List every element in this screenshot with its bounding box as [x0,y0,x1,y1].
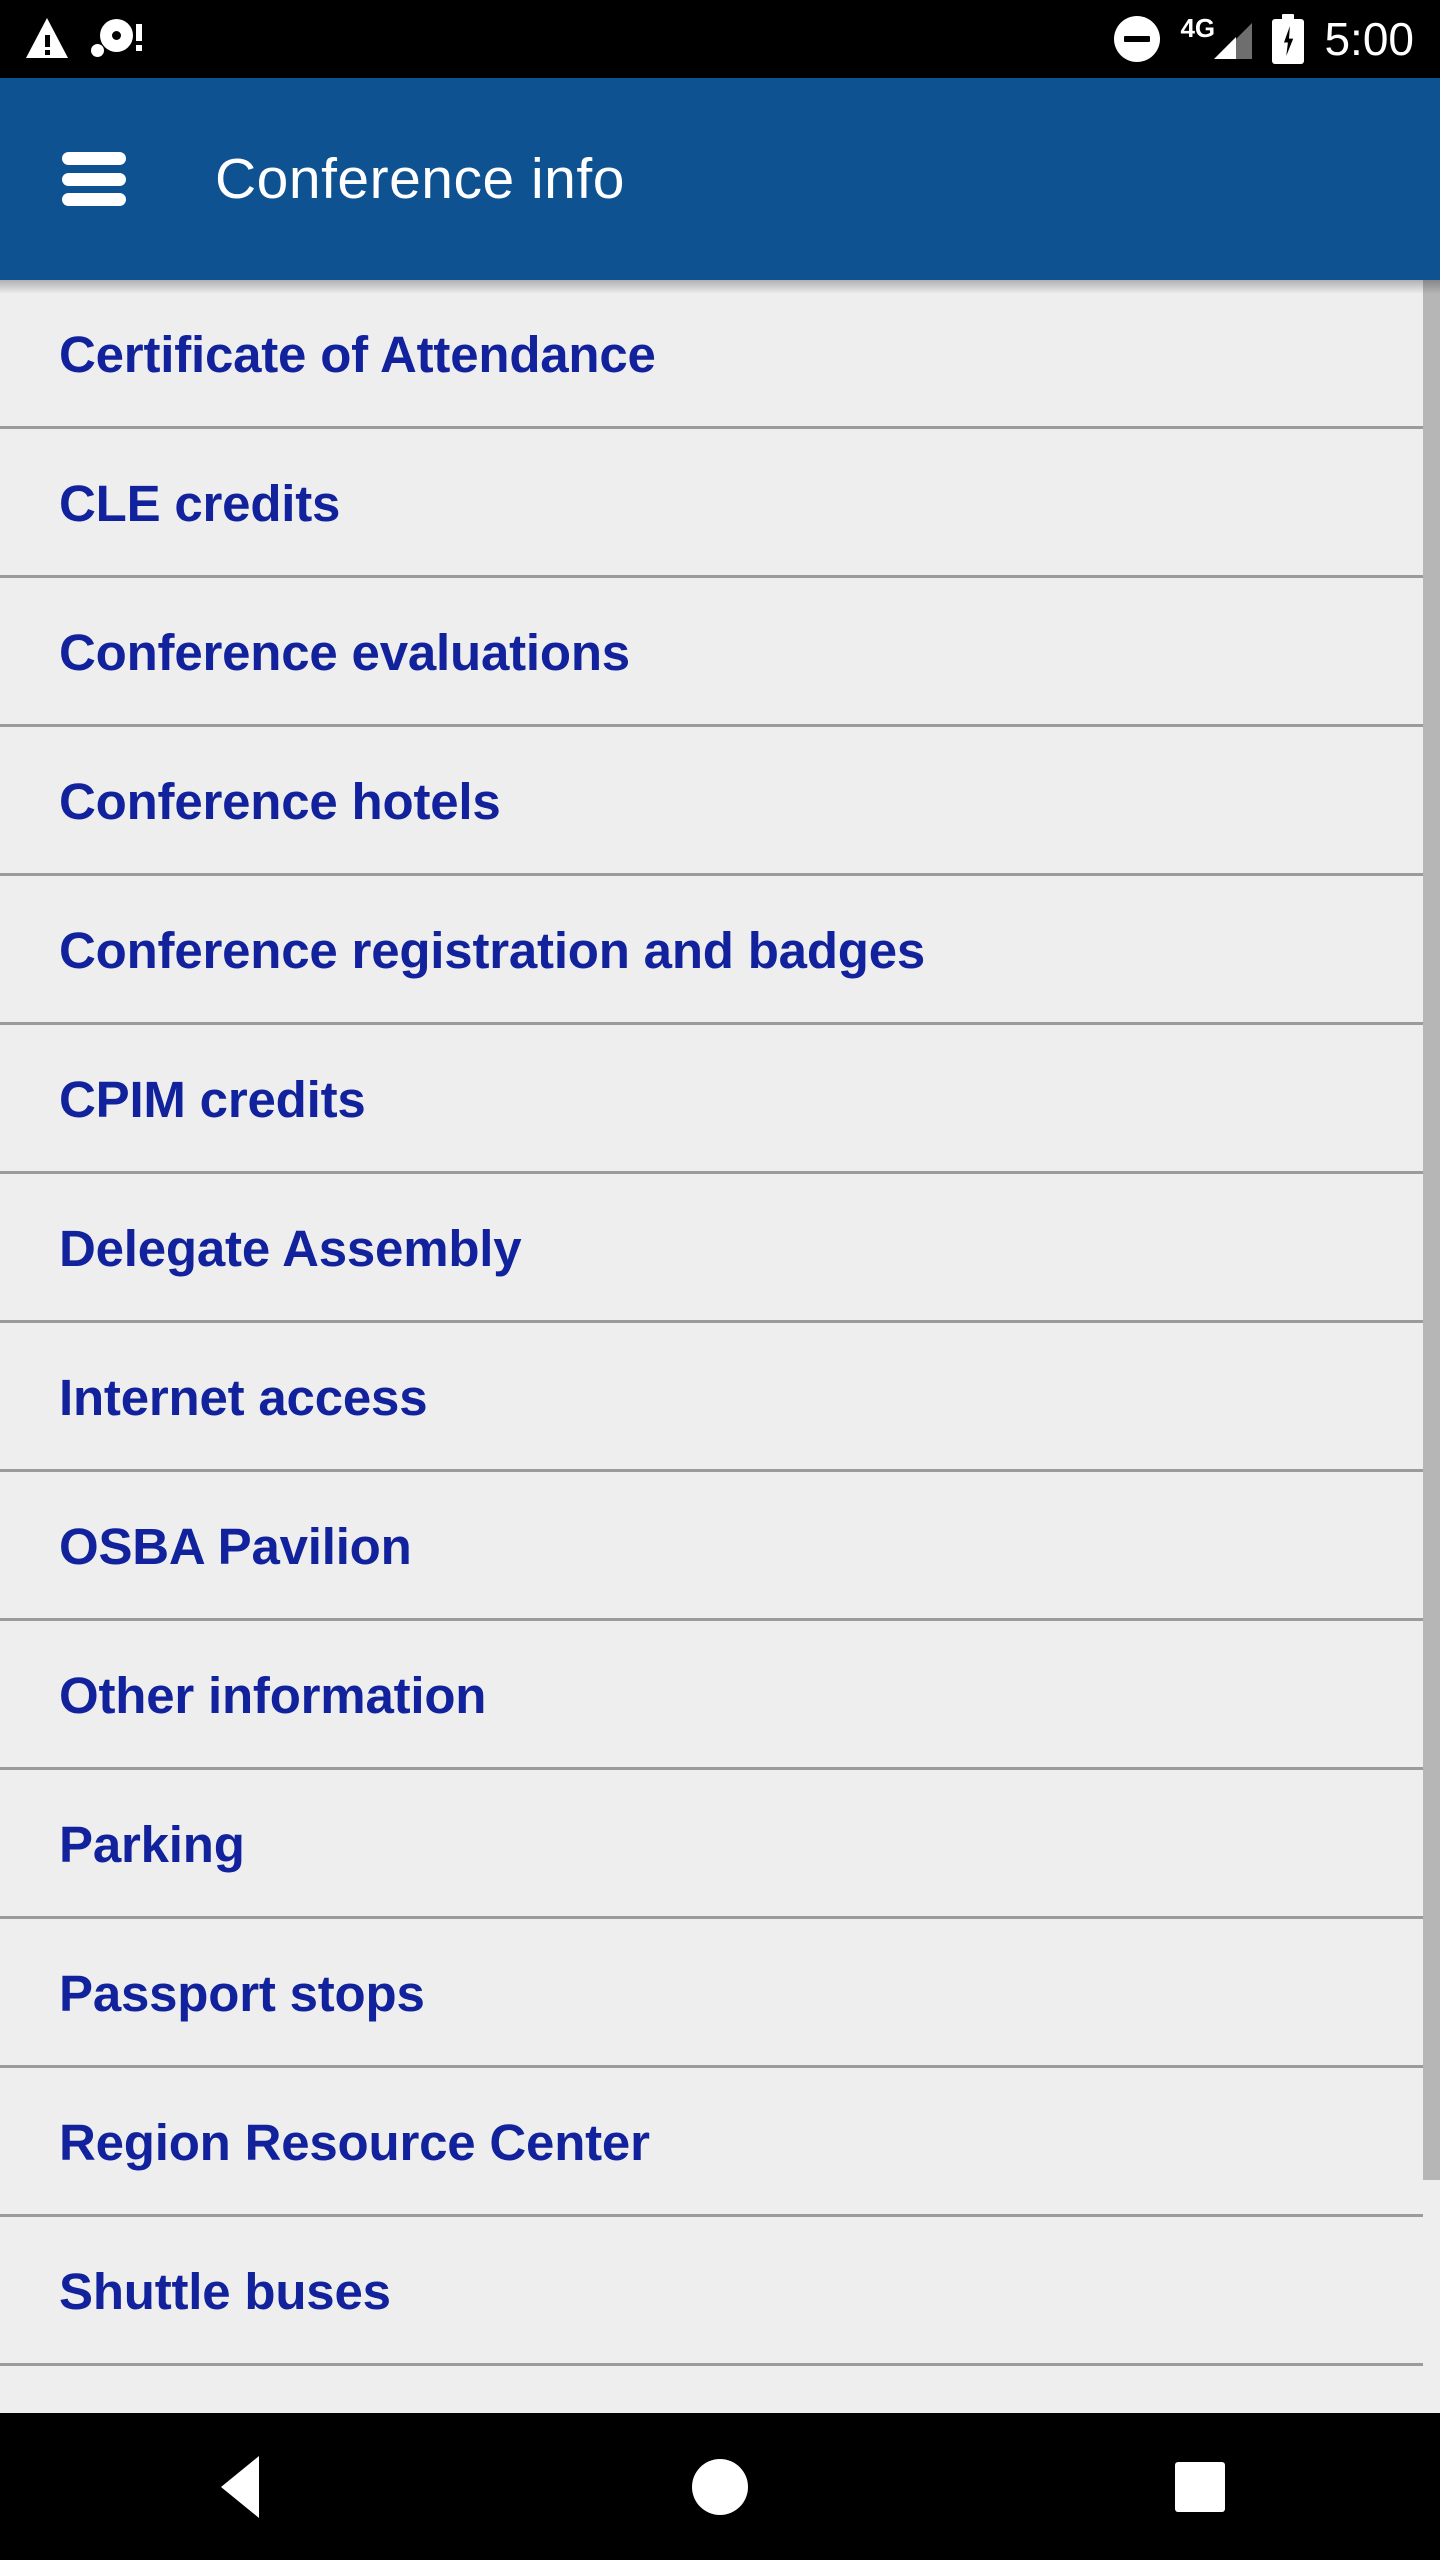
list-item[interactable]: CLE credits [0,429,1440,578]
list-item[interactable]: Delegate Assembly [0,1174,1440,1323]
home-circle-icon [692,2458,748,2515]
list-item[interactable]: Region Resource Center [0,2068,1440,2217]
phone-screen: 4G 5:00 Conference info Certificate of A… [0,0,1440,2560]
list-item[interactable]: Other information [0,1621,1440,1770]
recents-button[interactable] [1110,2413,1290,2560]
status-bar-right-icons: 4G 5:00 [1114,13,1414,65]
cellular-signal-icon: 4G [1180,13,1253,63]
list-item-label: Region Resource Center [59,2114,650,2171]
list-item[interactable]: Certificate of Attendance [0,280,1440,429]
scrollbar-thumb[interactable] [1423,280,1440,2180]
list-item[interactable]: Passport stops [0,1919,1440,2068]
list-item[interactable]: Shuttle buses [0,2217,1440,2366]
list-item-label: Internet access [59,1369,428,1426]
status-bar: 4G 5:00 [0,0,1440,78]
back-triangle-icon [221,2455,259,2518]
list-item-label: Shuttle buses [59,2263,391,2320]
list-item-label: Other information [59,1667,487,1724]
status-bar-clock: 5:00 [1324,13,1414,65]
conference-info-list[interactable]: Certificate of Attendance CLE credits Conf… [0,280,1440,2413]
notification-alert-icon [90,18,144,60]
system-navigation-bar [0,2413,1440,2560]
recents-square-icon [1175,2461,1225,2512]
list-item-label: OSBA Pavilion [59,1518,412,1575]
list-item[interactable]: Conference registration and badges [0,876,1440,1025]
app-bar: Conference info [0,78,1440,280]
list-item[interactable]: Conference evaluations [0,578,1440,727]
network-generation-label: 4G [1180,13,1216,43]
list-item[interactable] [0,2366,1440,2413]
back-button[interactable] [150,2413,330,2560]
page-title: Conference info [215,146,625,211]
list-item-label: Passport stops [59,1965,425,2022]
list-item-label: Conference evaluations [59,624,630,681]
do-not-disturb-icon [1114,16,1161,62]
home-button[interactable] [630,2413,810,2560]
scrollbar-track[interactable] [1423,280,1440,2413]
list-item[interactable]: Conference hotels [0,727,1440,876]
battery-charging-icon [1272,14,1305,64]
list-item[interactable]: CPIM credits [0,1025,1440,1174]
list-item[interactable]: Internet access [0,1323,1440,1472]
list-item-label: Conference registration and badges [59,922,926,979]
list-item-label: Conference hotels [59,773,501,830]
list-item[interactable]: OSBA Pavilion [0,1472,1440,1621]
list-item[interactable]: Parking [0,1770,1440,1919]
list-item-label: Delegate Assembly [59,1220,522,1277]
list-item-label: Certificate of Attendance [59,326,656,383]
list-item-label: Parking [59,1816,245,1873]
status-bar-left-icons [26,18,144,60]
warning-triangle-icon [26,18,68,60]
list-item-label: CLE credits [59,475,341,532]
list-item-label: CPIM credits [59,1071,366,1128]
hamburger-menu-icon[interactable] [62,152,126,206]
